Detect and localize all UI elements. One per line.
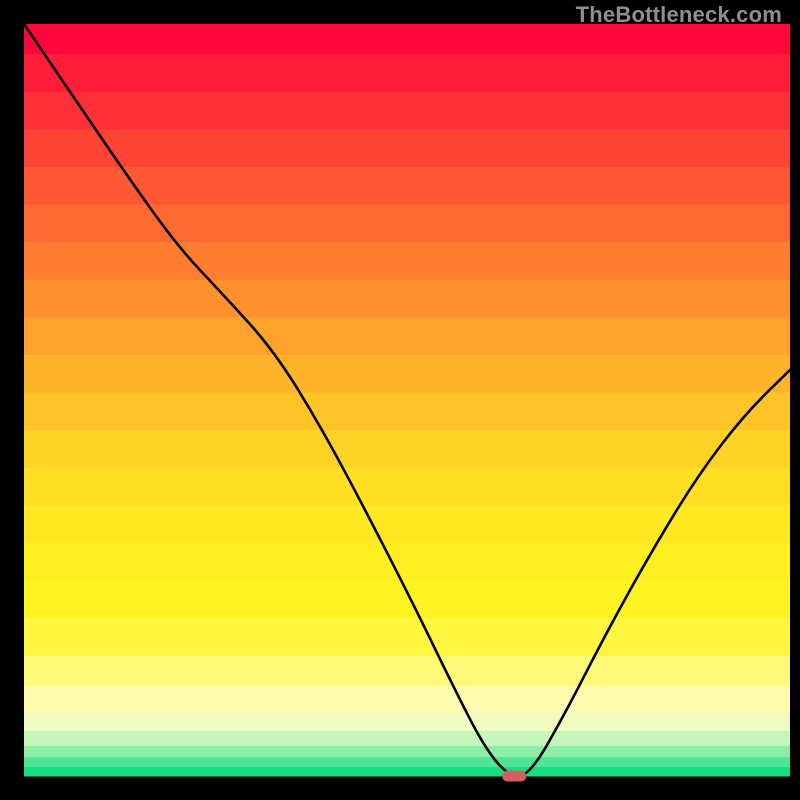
watermark-text: TheBottleneck.com	[576, 2, 782, 28]
optimal-marker	[502, 771, 526, 782]
gradient-background	[24, 24, 790, 777]
bottleneck-chart	[0, 0, 800, 800]
chart-container: { "watermark": "TheBottleneck.com", "plo…	[0, 0, 800, 800]
